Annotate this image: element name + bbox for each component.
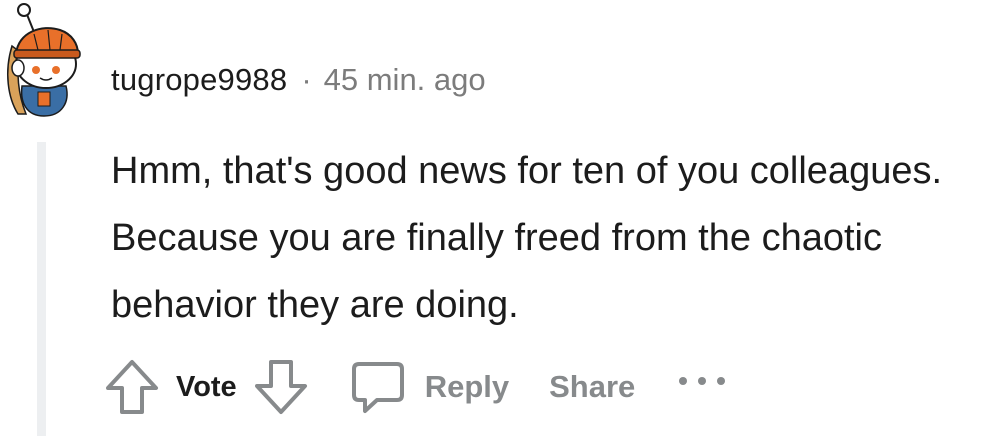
more-options-button[interactable] [677, 374, 727, 388]
comment-actions: Vote Reply Share [104, 356, 727, 418]
comment: tugrope9988 · 45 min. ago Hmm, that's go… [0, 0, 999, 436]
thread-line[interactable] [37, 142, 46, 436]
share-button[interactable]: Share [549, 369, 635, 405]
timestamp[interactable]: 45 min. ago [324, 62, 486, 98]
snoo-avatar-icon [7, 3, 81, 117]
comment-body: Hmm, that's good news for ten of you col… [111, 150, 943, 326]
more-horizontal-icon [679, 377, 726, 385]
reply-label: Reply [424, 369, 510, 404]
upvote-button[interactable] [104, 357, 160, 417]
username-link[interactable]: tugrope9988 [111, 62, 287, 98]
share-label: Share [549, 369, 636, 404]
vote-count: Vote [176, 370, 237, 403]
user-avatar[interactable] [4, 2, 84, 118]
comment-meta: tugrope9988 · 45 min. ago [111, 58, 486, 102]
speech-bubble-icon [351, 362, 404, 413]
meta-separator: · [301, 62, 312, 97]
arrow-down-icon [254, 360, 307, 414]
downvote-button[interactable] [253, 357, 309, 417]
reply-button[interactable]: Reply [349, 358, 509, 416]
arrow-up-icon [106, 360, 158, 414]
